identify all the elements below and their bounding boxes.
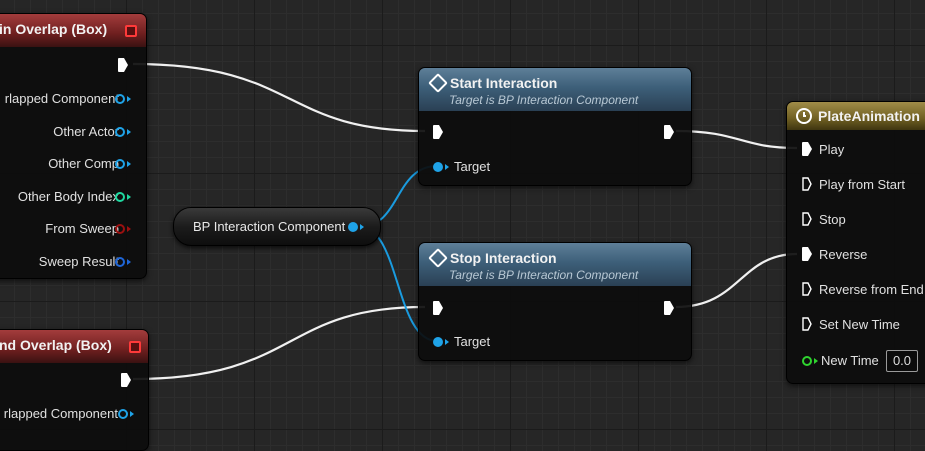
other-body-index-pin[interactable]	[115, 192, 125, 202]
stop-interaction-subtitle: Target is BP Interaction Component	[449, 268, 639, 282]
exec-wire-end-to-stop	[132, 305, 426, 381]
exec-output-pin[interactable]	[118, 58, 128, 72]
new-time-value-field[interactable]: 0.0	[886, 350, 918, 372]
begin-overlap-title: in Overlap (Box)	[0, 21, 108, 37]
sweep-result-pin[interactable]	[115, 257, 125, 267]
red-square-icon	[125, 25, 137, 37]
exec-input-pin[interactable]	[433, 301, 443, 315]
bp-interaction-component-variable[interactable]: BP Interaction Component	[173, 207, 381, 246]
start-interaction-node[interactable]: Start Interaction Target is BP Interacti…	[418, 67, 692, 186]
start-interaction-subtitle: Target is BP Interaction Component	[449, 93, 639, 107]
plate-animation-title: PlateAnimation	[818, 108, 920, 124]
play-from-start-exec-pin[interactable]	[802, 177, 812, 191]
overlapped-component-pin[interactable]	[118, 409, 128, 419]
plate-animation-timeline-node[interactable]: PlateAnimation Play Play from Start Stop…	[786, 101, 925, 384]
variable-label: BP Interaction Component	[193, 219, 346, 234]
pin-arrow-icon	[445, 339, 449, 345]
other-actor-pin[interactable]	[115, 127, 125, 137]
begin-overlap-header[interactable]: in Overlap (Box)	[0, 14, 146, 47]
pin-arrow-icon	[814, 358, 818, 364]
new-time-input-pin[interactable]	[802, 356, 812, 366]
other-comp-pin[interactable]	[115, 159, 125, 169]
stop-interaction-header[interactable]: Stop Interaction Target is BP Interactio…	[419, 243, 691, 286]
pin-arrow-icon	[127, 161, 131, 167]
pin-arrow-icon	[130, 411, 134, 417]
pin-arrow-icon	[127, 129, 131, 135]
function-diamond-icon	[428, 248, 448, 268]
pin-arrow-icon	[127, 226, 131, 232]
target-input-pin[interactable]	[433, 162, 443, 172]
clock-icon	[796, 108, 812, 124]
target-input-pin[interactable]	[433, 337, 443, 347]
reverse-from-end-exec-pin[interactable]	[802, 282, 812, 296]
variable-output-pin[interactable]	[348, 222, 358, 232]
exec-wire-begin-to-start	[132, 62, 426, 133]
overlapped-component-pin[interactable]	[115, 94, 125, 104]
pin-arrow-icon	[445, 164, 449, 170]
stop-interaction-node[interactable]: Stop Interaction Target is BP Interactio…	[418, 242, 692, 361]
end-overlap-title: nd Overlap (Box)	[0, 337, 112, 353]
exec-input-pin[interactable]	[433, 125, 443, 139]
exec-output-pin[interactable]	[121, 373, 131, 387]
from-sweep-pin[interactable]	[115, 224, 125, 234]
exec-wire-stop-to-reverse	[675, 252, 798, 309]
pin-arrow-icon	[127, 194, 131, 200]
end-overlap-header[interactable]: nd Overlap (Box)	[0, 330, 148, 363]
set-new-time-exec-pin[interactable]	[802, 317, 812, 331]
exec-output-pin[interactable]	[664, 301, 674, 315]
function-diamond-icon	[428, 73, 448, 93]
stop-exec-pin[interactable]	[802, 212, 812, 226]
red-square-icon	[129, 341, 141, 353]
start-interaction-header[interactable]: Start Interaction Target is BP Interacti…	[419, 68, 691, 111]
exec-wire-start-to-play	[675, 129, 798, 150]
stop-interaction-title: Stop Interaction	[450, 250, 557, 266]
begin-overlap-event-node[interactable]: in Overlap (Box) rlapped Component Other…	[0, 13, 147, 279]
play-exec-pin[interactable]	[802, 142, 812, 156]
pin-arrow-icon	[360, 224, 364, 230]
pin-arrow-icon	[127, 259, 131, 265]
plate-animation-header[interactable]: PlateAnimation	[787, 102, 925, 130]
start-interaction-title: Start Interaction	[450, 75, 558, 91]
reverse-exec-pin[interactable]	[802, 247, 812, 261]
end-overlap-event-node[interactable]: nd Overlap (Box) rlapped Component	[0, 329, 149, 451]
exec-output-pin[interactable]	[664, 125, 674, 139]
pin-arrow-icon	[127, 96, 131, 102]
